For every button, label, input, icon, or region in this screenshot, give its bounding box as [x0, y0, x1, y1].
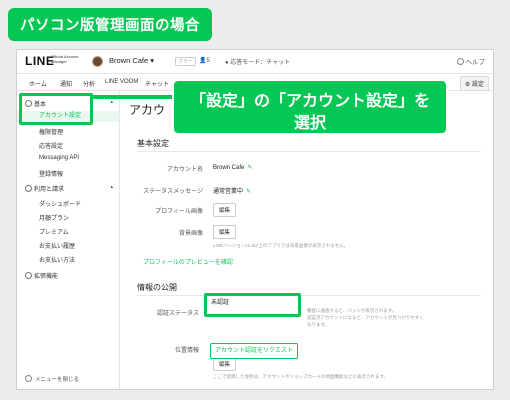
status-message-value: 通常営業中 — [213, 189, 244, 195]
section-label: 拡張機能 — [34, 274, 59, 280]
settings-label: 設定 — [471, 82, 484, 88]
cert-status-label: 認証ステータス — [156, 311, 199, 317]
chat-mode-icon: ● — [225, 60, 229, 66]
status-message-field[interactable]: 通常営業中 ✎ — [213, 186, 251, 195]
collapse-menu-button[interactable]: メニューを閉じる — [25, 375, 79, 383]
cert-note-2: 認証済アカウントになると、アカウントが見つかりやすく — [307, 315, 424, 320]
location-note: ここで登録した住所は、アカウントやショップカードの地図機能などに表示されます。 — [213, 374, 389, 379]
help-icon — [456, 58, 464, 65]
sidebar: 基本 ▴ アカウント設定 権限管理 応答設定 Messaging API 登録情報… — [17, 91, 120, 389]
sidebar-section-billing[interactable]: 利用と請求 ▴ — [17, 184, 119, 193]
sidebar-item-permissions[interactable]: 権限管理 — [17, 127, 119, 136]
nav-notifications[interactable]: 通知 — [60, 79, 72, 88]
sidebar-section-extensions[interactable]: 拡張機能 — [17, 271, 119, 280]
account-switcher[interactable]: Brown Cafe ▾ — [109, 56, 154, 65]
sidebar-item-monthly-plan[interactable]: 月額プラン — [17, 213, 119, 222]
sidebar-item-payment-history[interactable]: お支払い履歴 — [17, 241, 119, 250]
location-label: 位置情報 — [174, 348, 199, 354]
friends-count-value: 5 — [206, 58, 210, 64]
line-logo[interactable]: LINE — [25, 54, 54, 68]
profile-image-edit-button[interactable]: 編集 — [213, 203, 237, 217]
top-bar: LINE Official Account Manager Brown Cafe… — [17, 50, 493, 74]
main-content: アカウ 基本設定 アカウント名 Brown Cafe ✎ ステータスメッセージ 通… — [121, 91, 493, 389]
callout-connector — [92, 95, 173, 99]
status-message-label: ステータスメッセージ — [143, 189, 203, 195]
cover-image-label: 背景画像 — [178, 231, 203, 237]
cover-image-edit-button[interactable]: 編集 — [213, 225, 237, 239]
nav-analytics[interactable]: 分析 — [83, 79, 95, 88]
pencil-icon[interactable]: ✎ — [246, 189, 251, 195]
pencil-icon[interactable]: ✎ — [247, 165, 252, 171]
chevron-up-icon: ▴ — [110, 99, 113, 105]
nav-home[interactable]: ホーム — [29, 79, 47, 88]
collapse-label: メニューを閉じる — [35, 377, 80, 383]
sidebar-highlight-box — [19, 93, 93, 125]
plan-badge: フリー — [175, 57, 197, 66]
section-label: 利用と請求 — [34, 187, 65, 193]
sidebar-item-response[interactable]: 応答設定 — [17, 141, 119, 150]
sidebar-item-dashboard[interactable]: ダッシュボード — [17, 199, 119, 208]
account-name-field[interactable]: Brown Cafe ✎ — [213, 164, 252, 171]
callout-line-1: 「設定」の「アカウント設定」を — [189, 91, 430, 110]
chevron-up-icon: ▴ — [110, 184, 113, 190]
sidebar-item-payment-method[interactable]: お支払い方法 — [17, 255, 119, 264]
logo-subtitle: Official Account Manager — [51, 54, 79, 64]
chat-mode-label: 応答モード：チャット — [230, 60, 291, 66]
gear-icon: ⚙ — [464, 82, 471, 88]
account-name: Brown Cafe — [109, 56, 149, 65]
profile-image-label: プロフィール画像 — [155, 209, 203, 215]
nav-chat[interactable]: チャット — [145, 79, 169, 88]
cover-image-note: LINEバージョン11.6以上のアプリでは背景画像が表示されません。 — [213, 243, 349, 248]
collapse-icon — [25, 375, 32, 382]
sidebar-item-messaging-api[interactable]: Messaging API — [17, 155, 119, 161]
request-button-highlight — [204, 293, 301, 317]
page-title: アカウ — [129, 103, 166, 117]
divider — [137, 295, 481, 296]
instruction-callout: 「設定」の「アカウント設定」を 選択 — [172, 79, 448, 135]
location-value: 未設定 — [213, 348, 232, 354]
settings-button[interactable]: ⚙ 設定 — [459, 76, 489, 91]
account-name-label: アカウント名 — [166, 167, 203, 173]
account-avatar[interactable] — [92, 56, 103, 67]
account-name-value: Brown Cafe — [213, 165, 245, 171]
profile-preview-link[interactable]: プロフィールのプレビューを確認 — [143, 257, 233, 266]
publish-settings-title: 情報の公開 — [137, 283, 177, 292]
sidebar-item-premium[interactable]: プレミアム — [17, 227, 119, 236]
cert-note-1: 審査に通過すると、バッジが表示されます。 — [307, 308, 397, 313]
friends-count: 👤5 — [199, 57, 210, 64]
chevron-down-icon: ▾ — [150, 56, 155, 65]
cert-note-3: なります。 — [307, 322, 330, 327]
callout-line-2: 選択 — [293, 113, 326, 132]
chat-mode-toggle[interactable]: ● 応答モード：チャット — [225, 57, 290, 66]
pc-admin-banner: パソコン版管理画面の場合 — [8, 8, 212, 41]
help-link[interactable]: ヘルプ — [456, 56, 486, 66]
divider — [137, 151, 481, 152]
puzzle-icon — [25, 272, 32, 279]
sidebar-item-registration[interactable]: 登録情報 — [17, 169, 119, 178]
nav-line-voom[interactable]: LINE VOOM — [105, 79, 138, 85]
location-edit-button[interactable]: 編集 — [213, 357, 237, 371]
help-label: ヘルプ — [465, 59, 486, 66]
wallet-icon — [25, 185, 32, 192]
basic-settings-title: 基本設定 — [137, 139, 169, 148]
